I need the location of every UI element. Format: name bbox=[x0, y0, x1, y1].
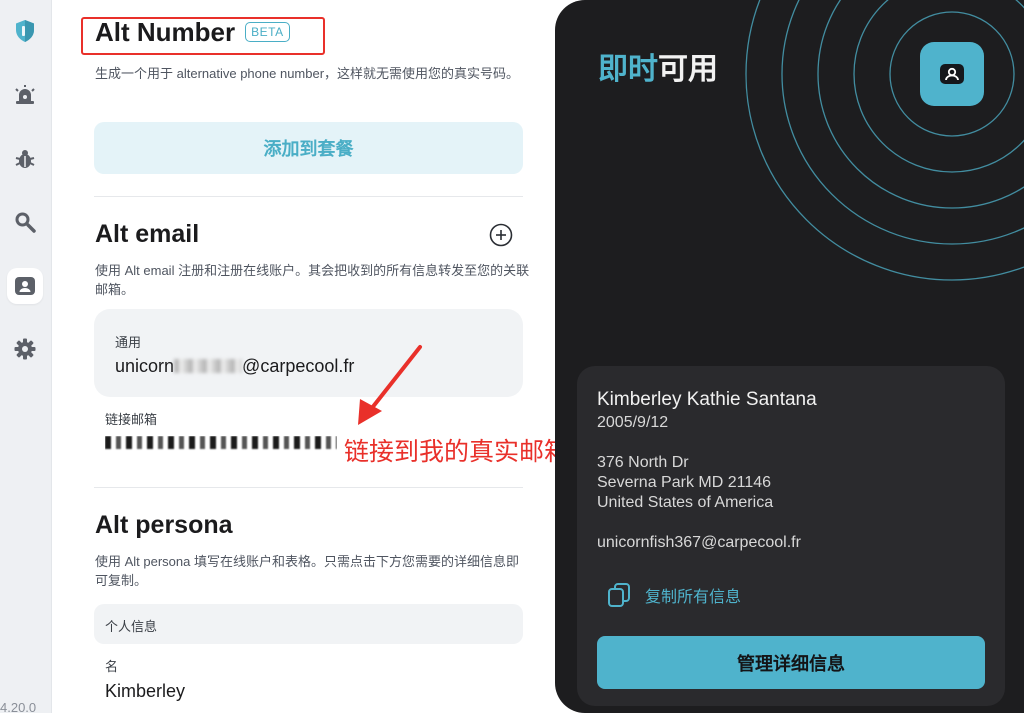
alt-email-title: Alt email bbox=[95, 220, 200, 248]
first-name-label: 名 bbox=[105, 659, 119, 674]
linked-email-redacted bbox=[105, 436, 337, 452]
persona-email: unicornfish367@carpecool.fr bbox=[597, 534, 801, 551]
panel-title-rest: 可用 bbox=[658, 53, 718, 86]
persona-address-line2: Severna Park MD 21146 bbox=[597, 474, 772, 491]
copy-icon bbox=[608, 583, 630, 607]
annotation-highlight-box bbox=[81, 17, 325, 55]
alt-email-card[interactable]: 通用 unicorn @carpecool.fr bbox=[94, 309, 523, 397]
alt-email-description: 使用 Alt email 注册和注册在线账户。其会把收到的所有信息转发至您的关联… bbox=[95, 263, 530, 297]
app-version: 4.20.0 bbox=[0, 700, 37, 713]
persona-icon[interactable] bbox=[7, 268, 43, 304]
gear-icon[interactable] bbox=[7, 331, 43, 367]
annotation-arrow-icon bbox=[358, 345, 422, 425]
alarm-icon[interactable] bbox=[7, 77, 43, 113]
manage-details-button[interactable]: 管理详细信息 bbox=[597, 636, 985, 689]
shield-icon[interactable] bbox=[7, 13, 43, 49]
alt-persona-description: 使用 Alt persona 填写在线账户和表格。只需点击下方您需要的详细信息即… bbox=[95, 554, 519, 588]
personal-info-label: 个人信息 bbox=[105, 619, 158, 634]
redacted-mask bbox=[174, 359, 243, 373]
persona-card-icon bbox=[940, 64, 964, 84]
add-email-icon[interactable] bbox=[489, 223, 513, 247]
panel-title-accent: 即时 bbox=[598, 53, 658, 86]
first-name-value[interactable]: Kimberley bbox=[105, 681, 185, 702]
divider bbox=[94, 196, 523, 197]
persona-country: United States of America bbox=[597, 494, 774, 511]
copy-all-button[interactable]: 复制所有信息 bbox=[607, 582, 741, 608]
persona-name: Kimberley Kathie Santana bbox=[597, 389, 817, 410]
personal-info-header: 个人信息 bbox=[94, 604, 523, 644]
email-prefix: unicorn bbox=[115, 356, 175, 376]
copy-all-label: 复制所有信息 bbox=[645, 589, 742, 606]
alt-number-description: 生成一个用于 alternative phone number，这样就无需使用您… bbox=[95, 66, 520, 81]
persona-address-line1: 376 North Dr bbox=[597, 454, 689, 471]
email-card-label: 通用 bbox=[115, 335, 142, 350]
annotation-text: 链接到我的真实邮箱 bbox=[344, 438, 570, 466]
sidebar: 4.20.0 bbox=[0, 0, 52, 713]
add-to-plan-button[interactable]: 添加到套餐 bbox=[94, 122, 523, 174]
panel-title: 即时可用 bbox=[598, 44, 718, 88]
persona-avatar bbox=[920, 42, 984, 106]
divider bbox=[94, 487, 523, 488]
persona-preview-panel: 即时可用 Kimberley Kathie Santana 2005/9/12 … bbox=[555, 0, 1024, 713]
email-suffix: @carpecool.fr bbox=[242, 356, 355, 376]
persona-info-card: Kimberley Kathie Santana 2005/9/12 376 N… bbox=[577, 366, 1005, 706]
alt-email-address[interactable]: unicorn @carpecool.fr bbox=[115, 356, 354, 377]
bug-icon[interactable] bbox=[7, 141, 43, 177]
linked-email-label: 链接邮箱 bbox=[105, 412, 158, 427]
search-icon[interactable] bbox=[7, 204, 43, 240]
main-content: Alt Number BETA 生成一个用于 alternative phone … bbox=[52, 0, 552, 713]
alt-persona-title: Alt persona bbox=[95, 511, 233, 539]
persona-birthdate: 2005/9/12 bbox=[597, 414, 669, 431]
